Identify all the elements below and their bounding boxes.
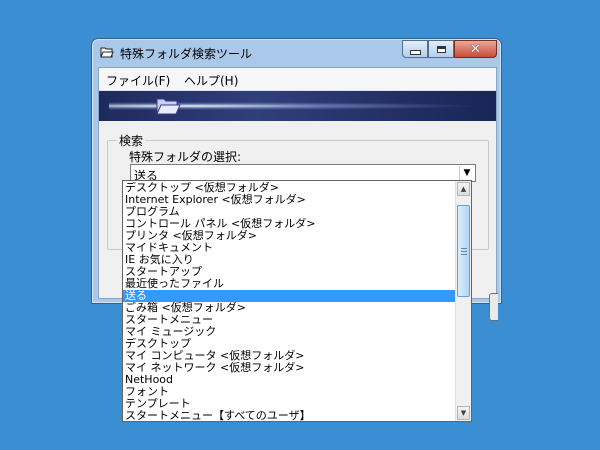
close-icon: ✕: [470, 41, 481, 57]
dropdown-option[interactable]: ごみ箱 <仮想フォルダ>: [123, 302, 456, 314]
dropdown-option[interactable]: コントロール パネル <仮想フォルダ>: [123, 218, 456, 230]
search-group-label: 検索: [117, 132, 146, 149]
scroll-up-button[interactable]: ▲: [457, 182, 470, 196]
minimize-button[interactable]: [402, 40, 428, 58]
arrow-up-icon: ▲: [460, 185, 467, 193]
dropdown-arrow-icon[interactable]: ▼: [459, 166, 474, 180]
dropdown-option[interactable]: フォント: [123, 386, 456, 398]
title-bar[interactable]: 特殊フォルダ検索ツール ✕: [92, 39, 501, 66]
dropdown-option[interactable]: 送る: [123, 290, 456, 302]
scroll-thumb[interactable]: [457, 205, 470, 297]
menu-file[interactable]: ファイル(F): [106, 72, 170, 89]
maximize-icon: [436, 45, 446, 53]
header-banner: [99, 91, 496, 121]
dropdown-option[interactable]: マイドキュメント: [123, 242, 456, 254]
dropdown-option[interactable]: プログラム: [123, 206, 456, 218]
special-folder-label: 特殊フォルダの選択:: [129, 150, 242, 164]
scroll-down-button[interactable]: ▼: [457, 406, 470, 420]
dropdown-option[interactable]: テンプレート: [123, 398, 456, 410]
dropdown-items: デスクトップ <仮想フォルダ> Internet Explorer <仮想フォルダ…: [123, 182, 456, 421]
grip-line: [461, 254, 467, 255]
menu-bar: ファイル(F) ヘルプ(H): [99, 68, 496, 91]
menu-help[interactable]: ヘルプ(H): [184, 72, 238, 89]
dropdown-option[interactable]: スタートメニュー【すべてのユーザ】: [123, 410, 456, 421]
dropdown-option[interactable]: Internet Explorer <仮想フォルダ>: [123, 194, 456, 206]
arrow-down-icon: ▼: [460, 409, 467, 417]
dropdown-option[interactable]: 最近使ったファイル: [123, 278, 456, 290]
dropdown-scrollbar[interactable]: ▲ ▼: [455, 181, 471, 421]
maximize-button[interactable]: [428, 40, 454, 58]
window-title: 特殊フォルダ検索ツール: [120, 47, 253, 61]
dropdown-option[interactable]: デスクトップ: [123, 338, 456, 350]
dropdown-option[interactable]: スタートメニュー: [123, 314, 456, 326]
dropdown-option[interactable]: NetHood: [123, 374, 456, 386]
dropdown-option[interactable]: マイ ネットワーク <仮想フォルダ>: [123, 362, 456, 374]
action-button[interactable]: [489, 293, 498, 321]
minimize-icon: [409, 49, 421, 55]
grip-line: [461, 248, 467, 249]
dropdown-option[interactable]: プリンタ <仮想フォルダ>: [123, 230, 456, 242]
open-folder-icon: [156, 98, 181, 115]
close-button[interactable]: ✕: [454, 40, 497, 58]
folder-dropdown-list[interactable]: デスクトップ <仮想フォルダ> Internet Explorer <仮想フォルダ…: [122, 180, 472, 422]
dropdown-option[interactable]: マイ コンピュータ <仮想フォルダ>: [123, 350, 456, 362]
folder-icon: [100, 47, 114, 58]
dropdown-option[interactable]: IE お気に入り: [123, 254, 456, 266]
grip-line: [461, 251, 467, 252]
dropdown-option[interactable]: マイ ミュージック: [123, 326, 456, 338]
dropdown-option[interactable]: スタートアップ: [123, 266, 456, 278]
dropdown-option[interactable]: デスクトップ <仮想フォルダ>: [123, 182, 456, 194]
